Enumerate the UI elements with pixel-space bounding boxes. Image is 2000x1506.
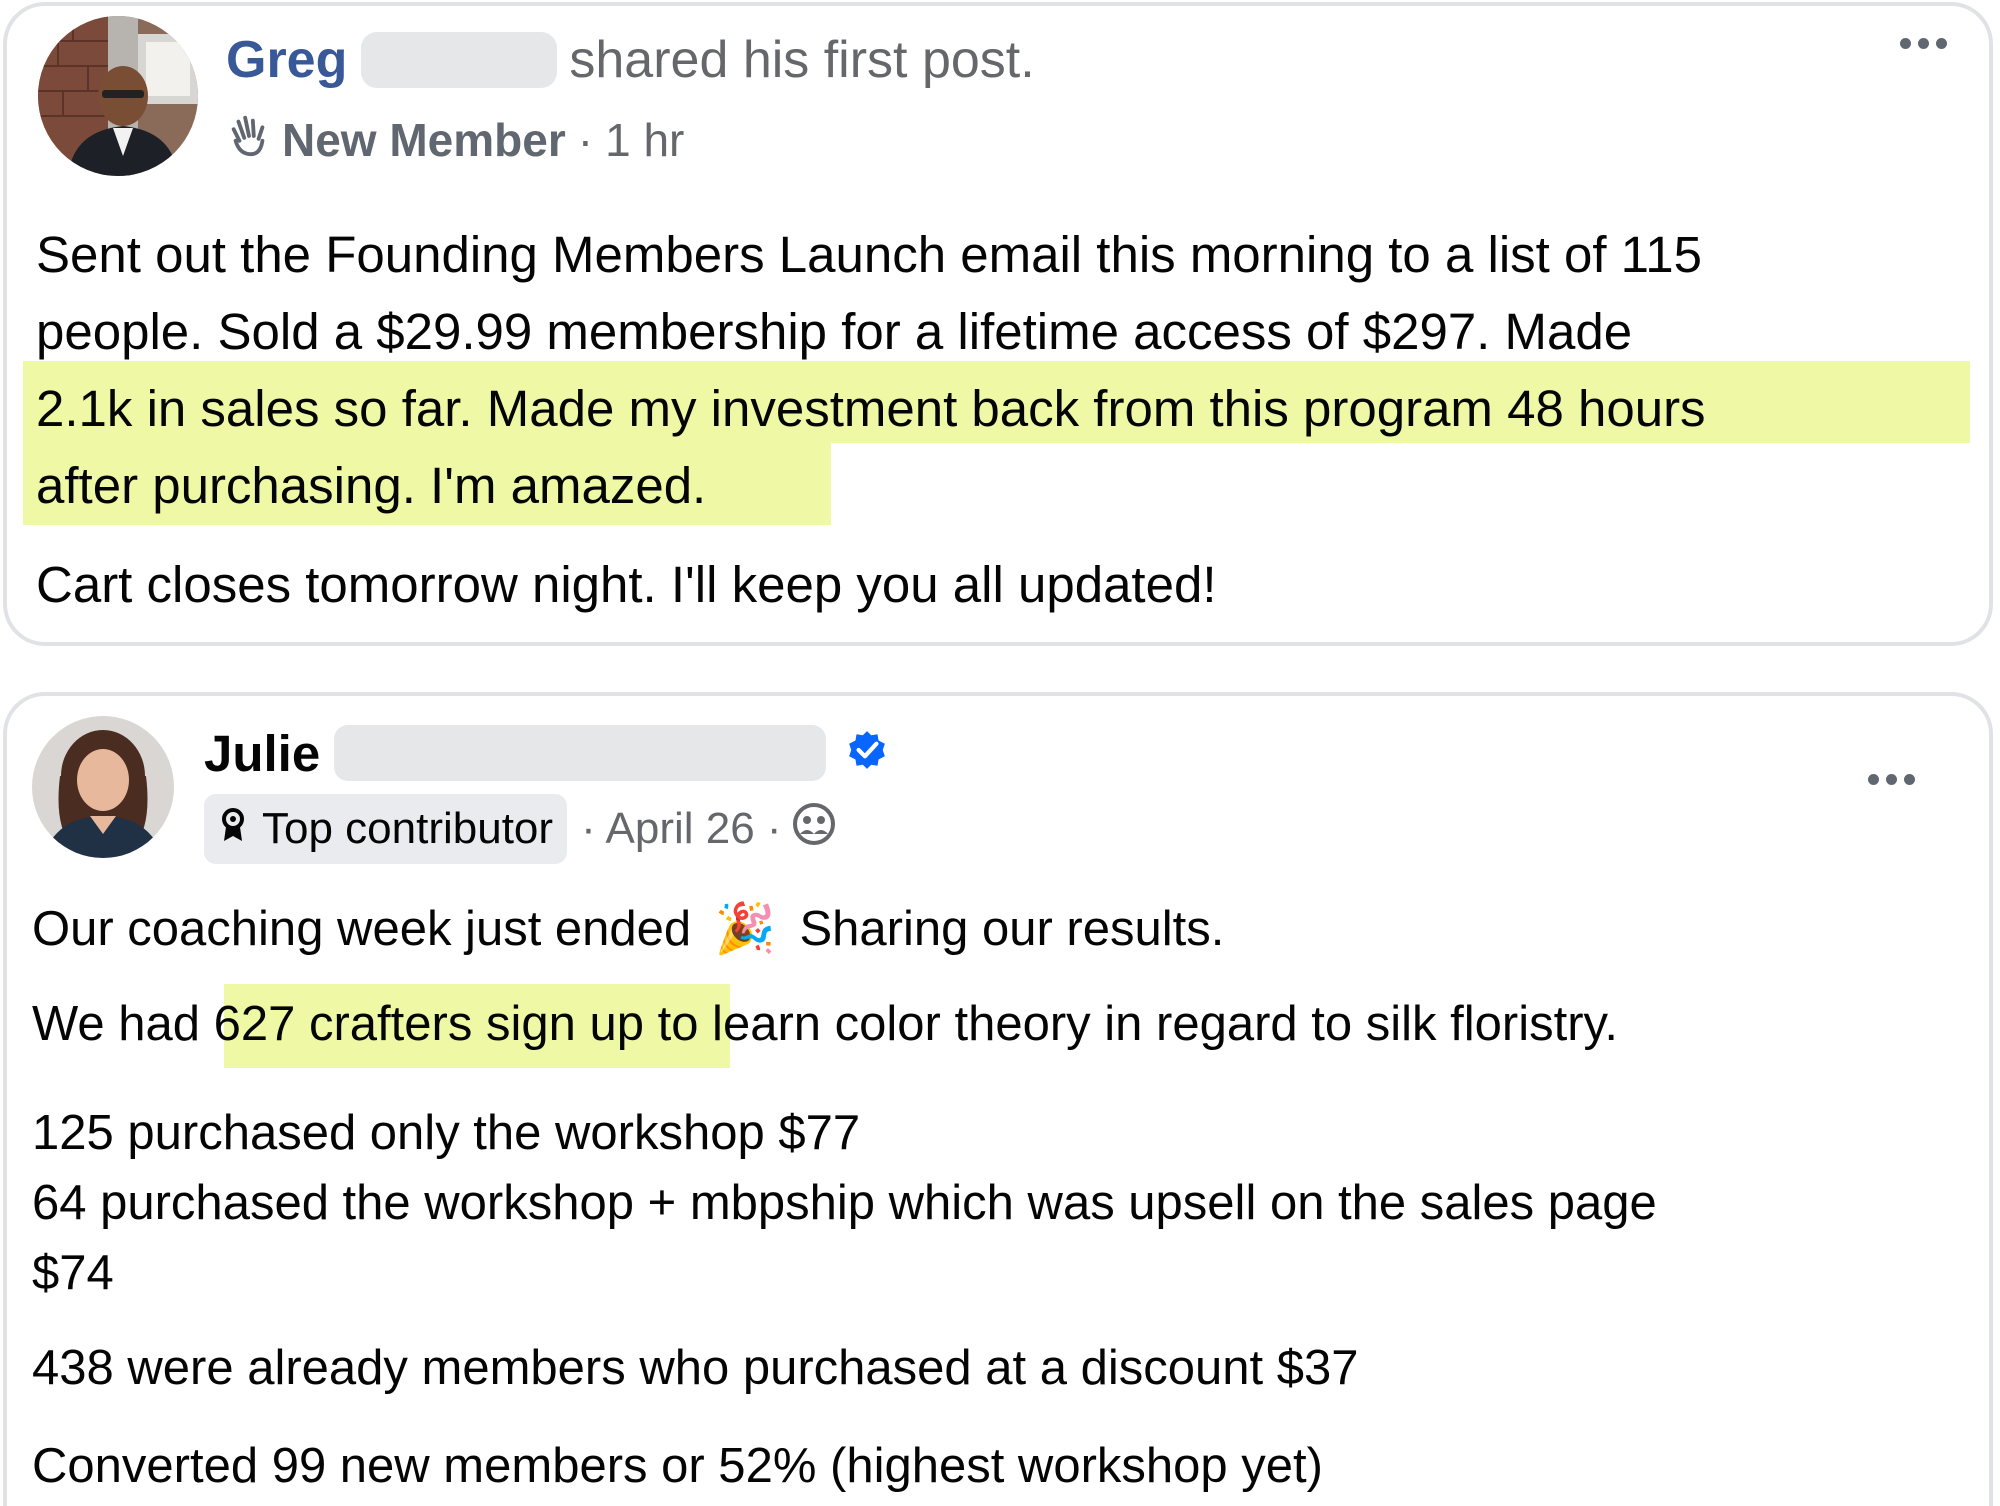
body-text: Our coaching week just ended <box>32 902 692 956</box>
meta-separator: · <box>577 114 594 166</box>
members-audience-icon <box>792 802 836 857</box>
author-name-greg[interactable]: Greg <box>226 30 347 90</box>
body-text: to learn color theory in regard to silk … <box>643 997 1618 1051</box>
post-action-text: shared his first post. <box>569 31 1035 89</box>
body-paragraph: 125 purchased only the workshop $77 64 p… <box>32 1098 1657 1308</box>
post-header-name-row: Greg shared his first post. <box>226 24 1035 96</box>
body-line: We had 627 crafters sign up to learn col… <box>32 996 1618 1052</box>
waving-hand-icon <box>226 112 272 169</box>
body-text: Sharing our results. <box>799 902 1225 956</box>
top-contributor-icon <box>218 804 248 854</box>
top-contributor-badge[interactable]: Top contributor <box>204 794 568 864</box>
redacted-last-name <box>361 32 558 88</box>
post-timestamp[interactable]: 1 hr <box>605 113 684 167</box>
post-meta-row: Top contributor · April 26 · <box>204 794 836 864</box>
avatar-greg[interactable] <box>38 16 198 176</box>
redacted-last-name <box>334 725 827 781</box>
body-line: 125 purchased only the workshop $77 <box>32 1106 861 1160</box>
body-paragraph: Cart closes tomorrow night. I'll keep yo… <box>36 556 1217 613</box>
post-body-greg: Sent out the Founding Members Launch ema… <box>36 216 1956 623</box>
post-meta-row: New Member · 1 hr <box>226 104 684 176</box>
body-line: $74 <box>32 1246 114 1300</box>
author-name-julie[interactable]: Julie <box>204 724 320 783</box>
body-line: 438 were already members who purchased a… <box>32 1341 1359 1395</box>
party-popper-icon: 🎉 <box>714 902 776 956</box>
body-line-highlighted: after purchasing. I'm amazed. <box>36 457 707 514</box>
more-options-icon <box>1900 38 1911 49</box>
body-line: Converted 99 new members or 52% (highest… <box>32 1439 1323 1493</box>
more-options-icon <box>1868 774 1879 785</box>
member-badge-label[interactable]: New Member <box>282 113 566 167</box>
avatar-photo <box>32 716 174 858</box>
avatar-julie[interactable] <box>32 716 174 858</box>
more-options-button[interactable] <box>1900 38 1947 49</box>
body-line-highlighted: 2.1k in sales so far. Made my investment… <box>36 380 1706 437</box>
body-text: We had <box>32 997 214 1051</box>
body-line: Sent out the Founding Members Launch ema… <box>36 226 1702 283</box>
verified-badge-icon <box>846 724 888 783</box>
highlighted-text: 627 crafters sign up <box>213 997 644 1051</box>
body-line: 64 purchased the workshop + mbpship whic… <box>32 1176 1657 1230</box>
post-date[interactable]: · April 26 · <box>581 804 782 854</box>
badge-label: Top contributor <box>262 804 554 853</box>
body-line: Our coaching week just ended 🎉 Sharing o… <box>32 900 1224 957</box>
body-line: people. Sold a $29.99 membership for a l… <box>36 303 1633 360</box>
post-header-name-row: Julie <box>204 720 888 786</box>
more-options-button[interactable] <box>1868 774 1915 785</box>
avatar-photo <box>38 16 198 176</box>
